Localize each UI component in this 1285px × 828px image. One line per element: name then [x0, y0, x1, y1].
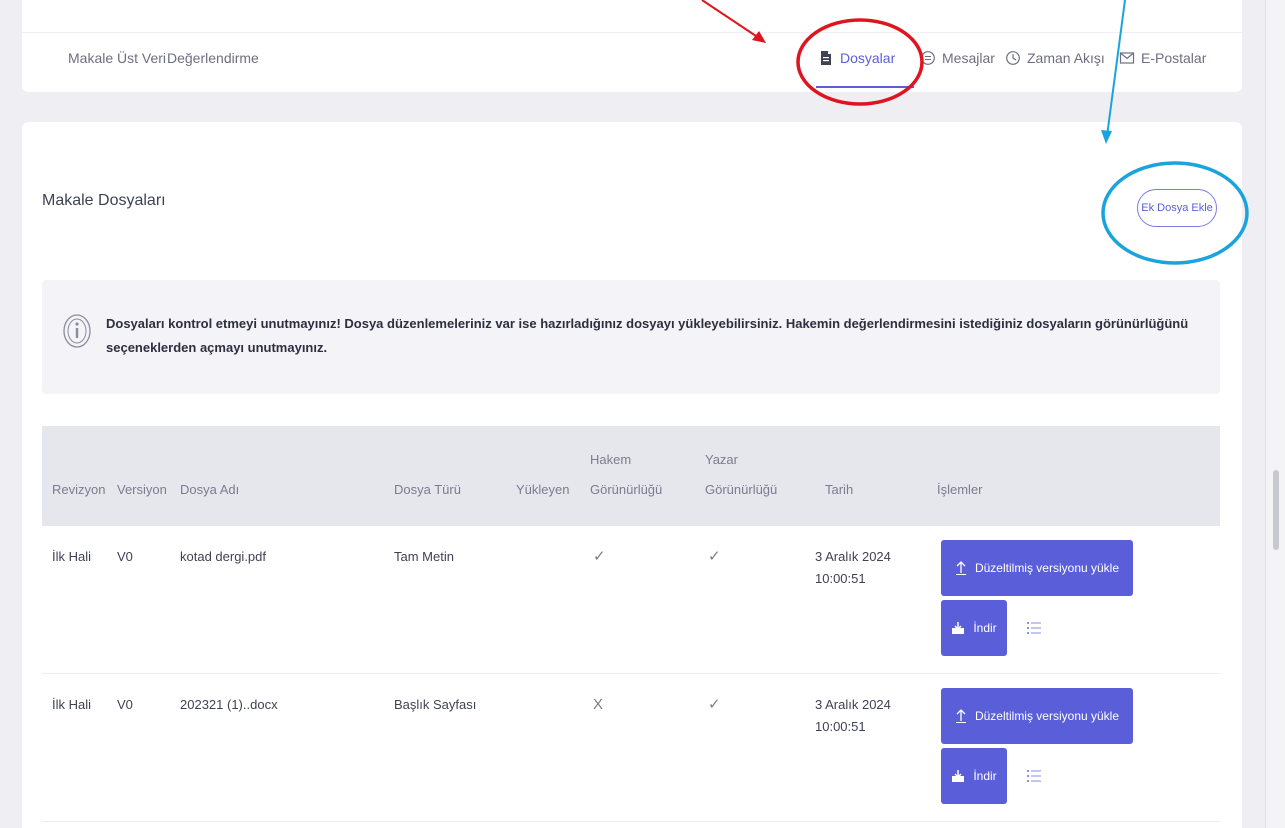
cell-dosya-adi: kotad dergi.pdf: [180, 549, 267, 564]
cell-dosya-turu: Başlık Sayfası: [394, 697, 477, 712]
table-row: İlk Hali V0 kotad dergi.pdf Tam Metin ✓ …: [42, 526, 1220, 674]
upload-revised-button[interactable]: Düzeltilmiş versiyonu yükle: [941, 688, 1133, 744]
col-revizyon: Revizyon: [52, 482, 106, 497]
upload-label: Düzeltilmiş versiyonu yükle: [974, 561, 1120, 575]
col-yazar-line2: Görünürlüğü: [705, 482, 778, 497]
cell-dosya-adi: 202321 (1)..docx: [180, 697, 278, 712]
download-button[interactable]: İndir: [941, 600, 1007, 656]
options-list-icon[interactable]: [1026, 620, 1042, 636]
tab-label: Makale Üst Veri: [68, 50, 167, 66]
cell-tarih: 3 Aralık 2024 10:00:51: [815, 546, 891, 590]
cell-revizyon: İlk Hali: [52, 697, 92, 712]
col-versiyon: Versiyon: [117, 482, 167, 497]
col-hakem-line1: Hakem: [590, 452, 632, 467]
cell-time: 10:00:51: [815, 719, 866, 734]
section-title: Makale Dosyaları: [42, 192, 166, 209]
scrollbar[interactable]: [1265, 0, 1285, 828]
col-dosya-turu: Dosya Türü: [394, 482, 461, 497]
tab-makale-ust-veri[interactable]: Makale Üst Veri: [68, 50, 166, 66]
col-yazar-line1: Yazar: [705, 452, 738, 467]
col-tarih: Tarih: [825, 482, 854, 497]
upload-icon: [955, 709, 966, 723]
download-icon: [952, 622, 965, 634]
table-row: İlk Hali V0 202321 (1)..docx Başlık Sayf…: [42, 674, 1220, 822]
download-label: İndir: [973, 769, 997, 783]
tab-label: Değerlendirme: [167, 50, 259, 66]
upload-revised-button[interactable]: Düzeltilmiş versiyonu yükle: [941, 540, 1133, 596]
col-yukleyen: Yükleyen: [516, 482, 570, 497]
files-card: Makale Dosyaları Ek Dosya Ekle Dosyaları…: [22, 122, 1242, 828]
col-yazar: Yazar Görünürlüğü: [705, 450, 777, 500]
upload-icon: [955, 561, 966, 575]
options-list-icon[interactable]: [1026, 768, 1042, 784]
cell-versiyon: V0: [117, 697, 133, 712]
cell-tarih: 3 Aralık 2024 10:00:51: [815, 694, 891, 738]
file-icon: [821, 51, 831, 65]
col-islemler: İşlemler: [937, 482, 983, 497]
tab-mesajlar[interactable]: Mesajlar: [920, 50, 995, 66]
cell-dosya-turu: Tam Metin: [394, 549, 454, 564]
cell-time: 10:00:51: [815, 571, 866, 586]
tab-label: Mesajlar: [942, 50, 995, 66]
download-button[interactable]: İndir: [941, 748, 1007, 804]
tab-card: Makale Üst Veri Değerlendirme Dosyalar M…: [22, 0, 1242, 92]
table-header: Revizyon Versiyon Dosya Adı Dosya Türü Y…: [42, 426, 1220, 526]
cell-hakem-visibility: ✓: [593, 548, 606, 565]
files-table: Revizyon Versiyon Dosya Adı Dosya Türü Y…: [42, 426, 1220, 822]
upload-label: Düzeltilmiş versiyonu yükle: [974, 709, 1120, 723]
tab-degerlendirme[interactable]: Değerlendirme: [167, 50, 259, 66]
tab-e-postalar[interactable]: E-Postalar: [1119, 50, 1206, 66]
add-file-button[interactable]: Ek Dosya Ekle: [1137, 189, 1217, 227]
cell-hakem-visibility: X: [593, 696, 604, 713]
message-icon: [921, 51, 935, 65]
tab-zaman-akisi[interactable]: Zaman Akışı: [1005, 50, 1105, 66]
mail-icon: [1119, 52, 1135, 64]
info-icon: [63, 314, 91, 348]
cell-date: 3 Aralık 2024: [815, 549, 891, 564]
tab-label: Dosyalar: [840, 50, 896, 66]
tab-label: E-Postalar: [1141, 50, 1207, 66]
divider: [22, 32, 1242, 33]
scrollbar-thumb[interactable]: [1273, 470, 1279, 550]
download-icon: [952, 770, 965, 782]
cell-yazar-visibility: ✓: [708, 548, 721, 565]
active-tab-indicator: [816, 86, 914, 88]
redacted-uploader: [520, 554, 564, 634]
col-dosya-adi: Dosya Adı: [180, 482, 240, 497]
col-hakem-line2: Görünürlüğü: [590, 482, 663, 497]
info-alert: Dosyaları kontrol etmeyi unutmayınız! Do…: [42, 280, 1220, 394]
cell-yazar-visibility: ✓: [708, 696, 721, 713]
tab-label: Zaman Akışı: [1027, 50, 1105, 66]
tab-dosyalar[interactable]: Dosyalar: [818, 50, 895, 66]
cell-date: 3 Aralık 2024: [815, 697, 891, 712]
cell-revizyon: İlk Hali: [52, 549, 92, 564]
download-label: İndir: [973, 621, 997, 635]
timeline-icon: [1006, 51, 1020, 65]
alert-text: Dosyaları kontrol etmeyi unutmayınız! Do…: [106, 316, 1189, 355]
col-hakem: Hakem Görünürlüğü: [590, 450, 662, 500]
cell-versiyon: V0: [117, 549, 133, 564]
